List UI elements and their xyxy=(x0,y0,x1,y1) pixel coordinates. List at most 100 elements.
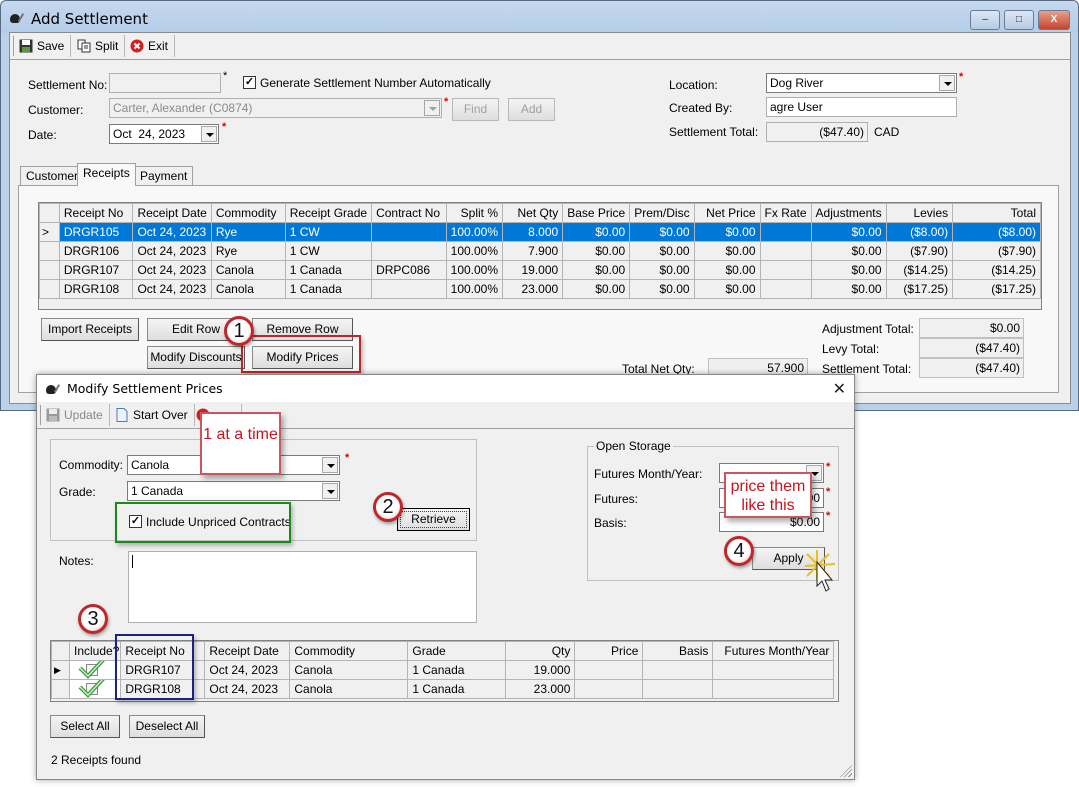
cell-total[interactable]: ($8.00) xyxy=(952,222,1041,242)
deselect-all-button[interactable]: Deselect All xyxy=(129,715,205,738)
cell-commodity[interactable]: Canola xyxy=(289,660,409,680)
cell-levies[interactable]: ($7.90) xyxy=(885,241,954,261)
col-prem-disc[interactable]: Prem/Disc xyxy=(629,203,695,223)
find-button[interactable]: Find xyxy=(452,98,499,121)
chevron-down-icon[interactable] xyxy=(322,457,338,473)
table-row[interactable]: DRGR108 Oct 24, 2023 Canola 1 Canada 23.000 xyxy=(51,679,835,699)
toolbar-grip[interactable] xyxy=(13,36,14,56)
cell-fx-rate[interactable] xyxy=(759,260,812,280)
cell-net-price[interactable]: $0.00 xyxy=(693,241,761,261)
cell-contract-no[interactable] xyxy=(371,279,447,299)
cell-basis[interactable] xyxy=(642,679,714,699)
generate-auto-checkbox[interactable]: ✓ xyxy=(243,76,256,89)
col-net-price[interactable]: Net Price xyxy=(693,203,761,223)
cell-net-price[interactable]: $0.00 xyxy=(693,260,761,280)
cell-split-pct[interactable]: 100.00% xyxy=(445,260,504,280)
cell-contract-no[interactable] xyxy=(371,241,447,261)
cell-receipt-date[interactable]: Oct 24, 2023 xyxy=(204,679,291,699)
col-fx-rate[interactable]: Fx Rate xyxy=(759,203,812,223)
cell-basis[interactable] xyxy=(642,660,714,680)
location-select[interactable]: Dog River xyxy=(766,73,957,93)
update-button[interactable]: Update xyxy=(42,404,110,426)
col-futures-month[interactable]: Futures Month/Year xyxy=(712,641,835,661)
cell-net-qty[interactable]: 7.900 xyxy=(502,241,564,261)
cell-prem-disc[interactable]: $0.00 xyxy=(629,279,695,299)
col-total[interactable]: Total xyxy=(952,203,1041,223)
settlement-no-input[interactable] xyxy=(109,73,221,93)
cell-receipt-date[interactable]: Oct 24, 2023 xyxy=(204,660,291,680)
cell-net-qty[interactable]: 8.000 xyxy=(502,222,564,242)
select-all-button[interactable]: Select All xyxy=(50,715,120,738)
notes-textarea[interactable] xyxy=(128,551,477,623)
close-button[interactable]: X xyxy=(1038,10,1070,30)
cell-split-pct[interactable]: 100.00% xyxy=(445,222,504,242)
chevron-down-icon[interactable] xyxy=(424,100,440,116)
remove-row-button[interactable]: Remove Row xyxy=(252,318,353,341)
col-levies[interactable]: Levies xyxy=(885,203,954,223)
col-basis[interactable]: Basis xyxy=(642,641,714,661)
table-row[interactable]: > DRGR105 Oct 24, 2023 Rye 1 CW 100.00% 8.000 $… xyxy=(39,222,1041,242)
customer-select[interactable]: Carter, Alexander (C0874) xyxy=(109,98,442,118)
tab-receipts[interactable]: Receipts xyxy=(77,163,136,186)
date-picker[interactable]: Oct 24, 2023 xyxy=(109,124,219,144)
col-grade[interactable]: Grade xyxy=(407,641,507,661)
cell-adjustments[interactable]: $0.00 xyxy=(810,222,887,242)
cell-adjustments[interactable]: $0.00 xyxy=(810,241,887,261)
exit-button[interactable]: Exit xyxy=(126,35,176,57)
include-cell[interactable] xyxy=(68,679,122,699)
cell-adjustments[interactable]: $0.00 xyxy=(810,279,887,299)
chevron-down-icon[interactable] xyxy=(939,75,955,91)
import-receipts-button[interactable]: Import Receipts xyxy=(41,318,139,341)
col-commodity[interactable]: Commodity xyxy=(289,641,409,661)
cell-levies[interactable]: ($14.25) xyxy=(885,260,954,280)
cell-receipt-grade[interactable]: 1 Canada xyxy=(284,279,373,299)
cell-futures-month[interactable] xyxy=(712,660,835,680)
table-row[interactable]: ▶ DRGR107 Oct 24, 2023 Canola 1 Canada 19.000 xyxy=(51,660,835,680)
col-receipt-grade[interactable]: Receipt Grade xyxy=(284,203,373,223)
col-receipt-no[interactable]: Receipt No xyxy=(58,203,134,223)
row-marker[interactable] xyxy=(39,260,60,280)
title-bar[interactable]: Add Settlement – □ X xyxy=(1,1,1078,33)
cell-levies[interactable]: ($17.25) xyxy=(885,279,954,299)
table-row[interactable]: DRGR106 Oct 24, 2023 Rye 1 CW 100.00% 7.900 $0… xyxy=(39,241,1041,261)
cell-receipt-no[interactable]: DRGR107 xyxy=(58,260,134,280)
cell-adjustments[interactable]: $0.00 xyxy=(810,260,887,280)
col-receipt-date[interactable]: Receipt Date xyxy=(132,203,212,223)
cell-price[interactable] xyxy=(574,679,644,699)
row-marker[interactable]: ▶ xyxy=(51,660,70,680)
table-row[interactable]: DRGR107 Oct 24, 2023 Canola 1 Canada DRPC086… xyxy=(39,260,1041,280)
cell-net-price[interactable]: $0.00 xyxy=(693,222,761,242)
cell-base-price[interactable]: $0.00 xyxy=(562,279,631,299)
col-receipt-no[interactable]: Receipt No xyxy=(120,641,206,661)
col-include[interactable]: Include? xyxy=(68,641,122,661)
chevron-down-icon[interactable] xyxy=(322,483,338,499)
close-icon[interactable]: ✕ xyxy=(833,379,846,399)
cell-levies[interactable]: ($8.00) xyxy=(885,222,954,242)
cell-commodity[interactable]: Canola xyxy=(210,279,286,299)
tab-payment[interactable]: Payment xyxy=(134,166,194,186)
cell-prem-disc[interactable]: $0.00 xyxy=(629,260,695,280)
tab-customer[interactable]: Customer xyxy=(20,166,85,186)
col-price[interactable]: Price xyxy=(574,641,644,661)
col-base-price[interactable]: Base Price xyxy=(562,203,631,223)
col-contract-no[interactable]: Contract No xyxy=(371,203,447,223)
cell-prem-disc[interactable]: $0.00 xyxy=(629,222,695,242)
cell-commodity[interactable]: Canola xyxy=(289,679,409,699)
minimize-button[interactable]: – xyxy=(970,10,1000,30)
cell-fx-rate[interactable] xyxy=(759,241,812,261)
cell-receipt-grade[interactable]: 1 CW xyxy=(284,241,373,261)
cell-receipt-grade[interactable]: 1 CW xyxy=(284,222,373,242)
cell-net-price[interactable]: $0.00 xyxy=(693,279,761,299)
cell-total[interactable]: ($17.25) xyxy=(952,279,1041,299)
cell-receipt-no[interactable]: DRGR108 xyxy=(120,679,206,699)
col-net-qty[interactable]: Net Qty xyxy=(502,203,564,223)
cell-net-qty[interactable]: 23.000 xyxy=(502,279,564,299)
cell-total[interactable]: ($14.25) xyxy=(952,260,1041,280)
modify-discounts-button[interactable]: Modify Discounts xyxy=(147,346,245,369)
cell-commodity[interactable]: Canola xyxy=(210,260,286,280)
cell-base-price[interactable]: $0.00 xyxy=(562,241,631,261)
start-over-button[interactable]: Start Over xyxy=(111,404,195,426)
cell-fx-rate[interactable] xyxy=(759,279,812,299)
dialog-receipts-grid[interactable]: Include? Receipt No Receipt Date Commodi… xyxy=(50,640,839,702)
include-unpriced-checkbox[interactable]: ✓ xyxy=(129,515,142,528)
